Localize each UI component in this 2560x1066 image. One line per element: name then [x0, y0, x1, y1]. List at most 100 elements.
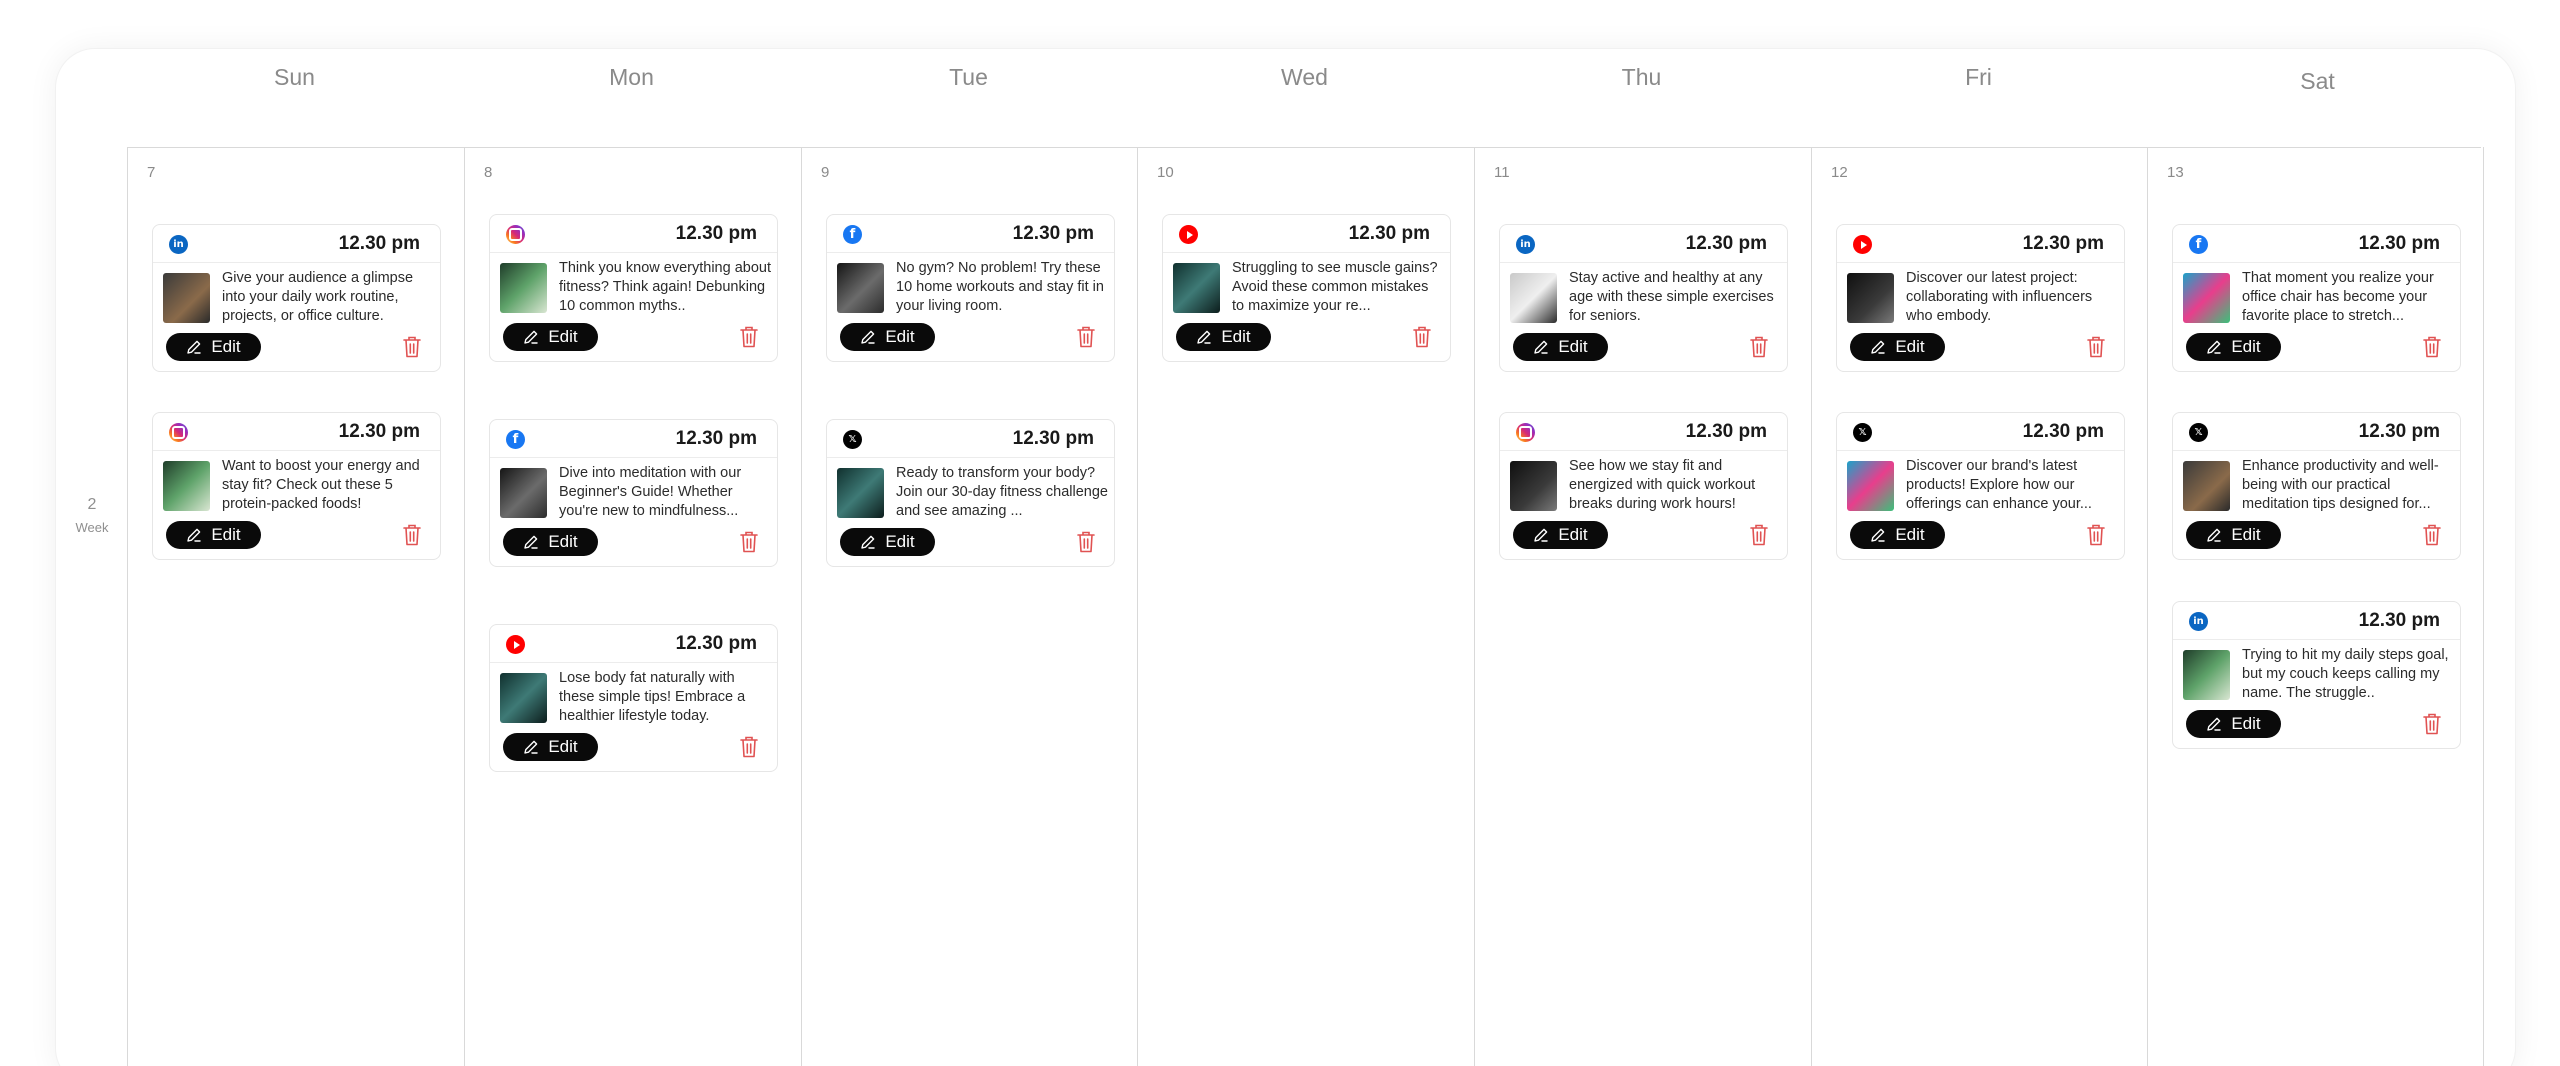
edit-button[interactable]: Edit: [1513, 521, 1608, 549]
date-number: 10: [1157, 164, 1174, 181]
post-thumbnail[interactable]: [2183, 650, 2230, 700]
trash-icon[interactable]: [739, 530, 759, 554]
trash-icon[interactable]: [1076, 325, 1096, 349]
post-time: 12.30 pm: [1685, 421, 1767, 442]
edit-button[interactable]: Edit: [1176, 323, 1271, 351]
post-card[interactable]: in 12.30 pm Stay active and healthy at any…: [1499, 224, 1788, 372]
post-thumbnail[interactable]: [1847, 273, 1894, 323]
post-card[interactable]: 𝕏 12.30 pm Discover our brand's latest pro…: [1836, 412, 2125, 560]
post-card[interactable]: 12.30 pm Want to boost your energy and st…: [152, 412, 441, 560]
post-caption: No gym? No problem! Try these 10 home wo…: [896, 260, 1104, 314]
post-thumbnail[interactable]: [163, 461, 210, 511]
edit-button[interactable]: Edit: [2186, 710, 2281, 738]
post-card[interactable]: 𝕏 12.30 pm Enhance productivity and well-b…: [2172, 412, 2461, 560]
day-column-wed[interactable]: 10 12.30 pm Struggling to see muscle gains…: [1137, 147, 1474, 1066]
post-caption: Stay active and healthy at any age with …: [1569, 270, 1774, 324]
post-thumbnail[interactable]: [1510, 273, 1557, 323]
pencil-icon: [860, 534, 885, 550]
edit-button[interactable]: Edit: [166, 333, 261, 361]
trash-icon[interactable]: [1076, 530, 1096, 554]
trash-icon[interactable]: [2422, 712, 2442, 736]
trash-icon[interactable]: [1749, 523, 1769, 547]
trash-icon[interactable]: [402, 523, 422, 547]
day-column-sun[interactable]: 7 in 12.30 pm Give your audience a glimpse …: [127, 147, 464, 1066]
post-card-header: 12.30 pm: [1163, 215, 1450, 253]
day-header-fri: Fri: [1965, 64, 1992, 90]
day-column-thu[interactable]: 11 in 12.30 pm Stay active and healthy at a…: [1474, 147, 1811, 1066]
post-thumbnail[interactable]: [1510, 461, 1557, 511]
post-card[interactable]: 12.30 pm See how we stay fit and energize…: [1499, 412, 1788, 560]
post-card[interactable]: f 12.30 pm No gym? No problem! Try these 1…: [826, 214, 1115, 362]
post-caption: See how we stay fit and energized with q…: [1569, 458, 1756, 512]
day-column-sat[interactable]: 13 f 12.30 pm That moment you realize your …: [2147, 147, 2484, 1066]
trash-icon[interactable]: [2086, 523, 2106, 547]
trash-icon[interactable]: [2422, 523, 2442, 547]
post-time: 12.30 pm: [1685, 233, 1767, 254]
edit-button[interactable]: Edit: [2186, 521, 2281, 549]
facebook-icon: f: [843, 225, 862, 244]
trash-icon[interactable]: [1749, 335, 1769, 359]
post-thumbnail[interactable]: [837, 263, 884, 313]
post-caption: Think you know everything about fitness?…: [559, 260, 771, 314]
edit-button[interactable]: Edit: [2186, 333, 2281, 361]
edit-button[interactable]: Edit: [166, 521, 261, 549]
edit-label: Edit: [211, 525, 241, 544]
edit-button[interactable]: Edit: [503, 733, 598, 761]
post-card-header: 12.30 pm: [1837, 225, 2124, 263]
edit-label: Edit: [548, 532, 578, 551]
instagram-icon: [506, 225, 525, 244]
youtube-icon: [506, 635, 525, 654]
post-card[interactable]: 12.30 pm Lose body fat naturally with the…: [489, 624, 778, 772]
edit-button[interactable]: Edit: [840, 323, 935, 351]
edit-label: Edit: [885, 327, 915, 346]
edit-label: Edit: [885, 532, 915, 551]
post-card[interactable]: 12.30 pm Struggling to see muscle gains? …: [1162, 214, 1451, 362]
post-thumbnail[interactable]: [2183, 461, 2230, 511]
post-time: 12.30 pm: [1012, 428, 1094, 449]
post-card[interactable]: in 12.30 pm Give your audience a glimpse i…: [152, 224, 441, 372]
post-thumbnail[interactable]: [500, 468, 547, 518]
post-thumbnail[interactable]: [837, 468, 884, 518]
post-thumbnail[interactable]: [2183, 273, 2230, 323]
post-card[interactable]: in 12.30 pm Trying to hit my daily steps g…: [2172, 601, 2461, 749]
edit-label: Edit: [548, 737, 578, 756]
trash-icon[interactable]: [2086, 335, 2106, 359]
post-caption: Ready to transform your body? Join our 3…: [896, 465, 1108, 519]
post-thumbnail[interactable]: [1847, 461, 1894, 511]
day-column-mon[interactable]: 8 12.30 pm Think you know everything about…: [464, 147, 801, 1066]
trash-icon[interactable]: [739, 325, 759, 349]
post-caption: Discover our latest project: collaborati…: [1906, 270, 2093, 324]
post-thumbnail[interactable]: [500, 673, 547, 723]
edit-label: Edit: [1895, 337, 1925, 356]
trash-icon[interactable]: [402, 335, 422, 359]
edit-button[interactable]: Edit: [503, 323, 598, 351]
date-number: 7: [147, 164, 156, 181]
post-card[interactable]: 12.30 pm Discover our latest project: col…: [1836, 224, 2125, 372]
post-caption: Lose body fat naturally with these simpl…: [559, 670, 746, 724]
edit-button[interactable]: Edit: [1850, 333, 1945, 361]
trash-icon[interactable]: [739, 735, 759, 759]
edit-label: Edit: [2231, 714, 2261, 733]
post-card[interactable]: 𝕏 12.30 pm Ready to transform your body? J…: [826, 419, 1115, 567]
day-column-fri[interactable]: 12 12.30 pm Discover our latest project: c…: [1811, 147, 2148, 1066]
date-number: 12: [1831, 164, 1848, 181]
edit-label: Edit: [1558, 525, 1588, 544]
edit-button[interactable]: Edit: [503, 528, 598, 556]
post-thumbnail[interactable]: [1173, 263, 1220, 313]
post-card[interactable]: f 12.30 pm That moment you realize your of…: [2172, 224, 2461, 372]
post-card[interactable]: f 12.30 pm Dive into meditation with our B…: [489, 419, 778, 567]
edit-button[interactable]: Edit: [840, 528, 935, 556]
post-time: 12.30 pm: [2022, 421, 2104, 442]
edit-button[interactable]: Edit: [1850, 521, 1945, 549]
edit-label: Edit: [1221, 327, 1251, 346]
edit-button[interactable]: Edit: [1513, 333, 1608, 361]
trash-icon[interactable]: [2422, 335, 2442, 359]
post-card-header: f 12.30 pm: [827, 215, 1114, 253]
day-column-tue[interactable]: 9 f 12.30 pm No gym? No problem! Try these …: [801, 147, 1138, 1066]
trash-icon[interactable]: [1412, 325, 1432, 349]
pencil-icon: [1533, 339, 1558, 355]
post-thumbnail[interactable]: [163, 273, 210, 323]
post-caption: Give your audience a glimpse into your d…: [222, 270, 414, 324]
post-thumbnail[interactable]: [500, 263, 547, 313]
post-card[interactable]: 12.30 pm Think you know everything about …: [489, 214, 778, 362]
